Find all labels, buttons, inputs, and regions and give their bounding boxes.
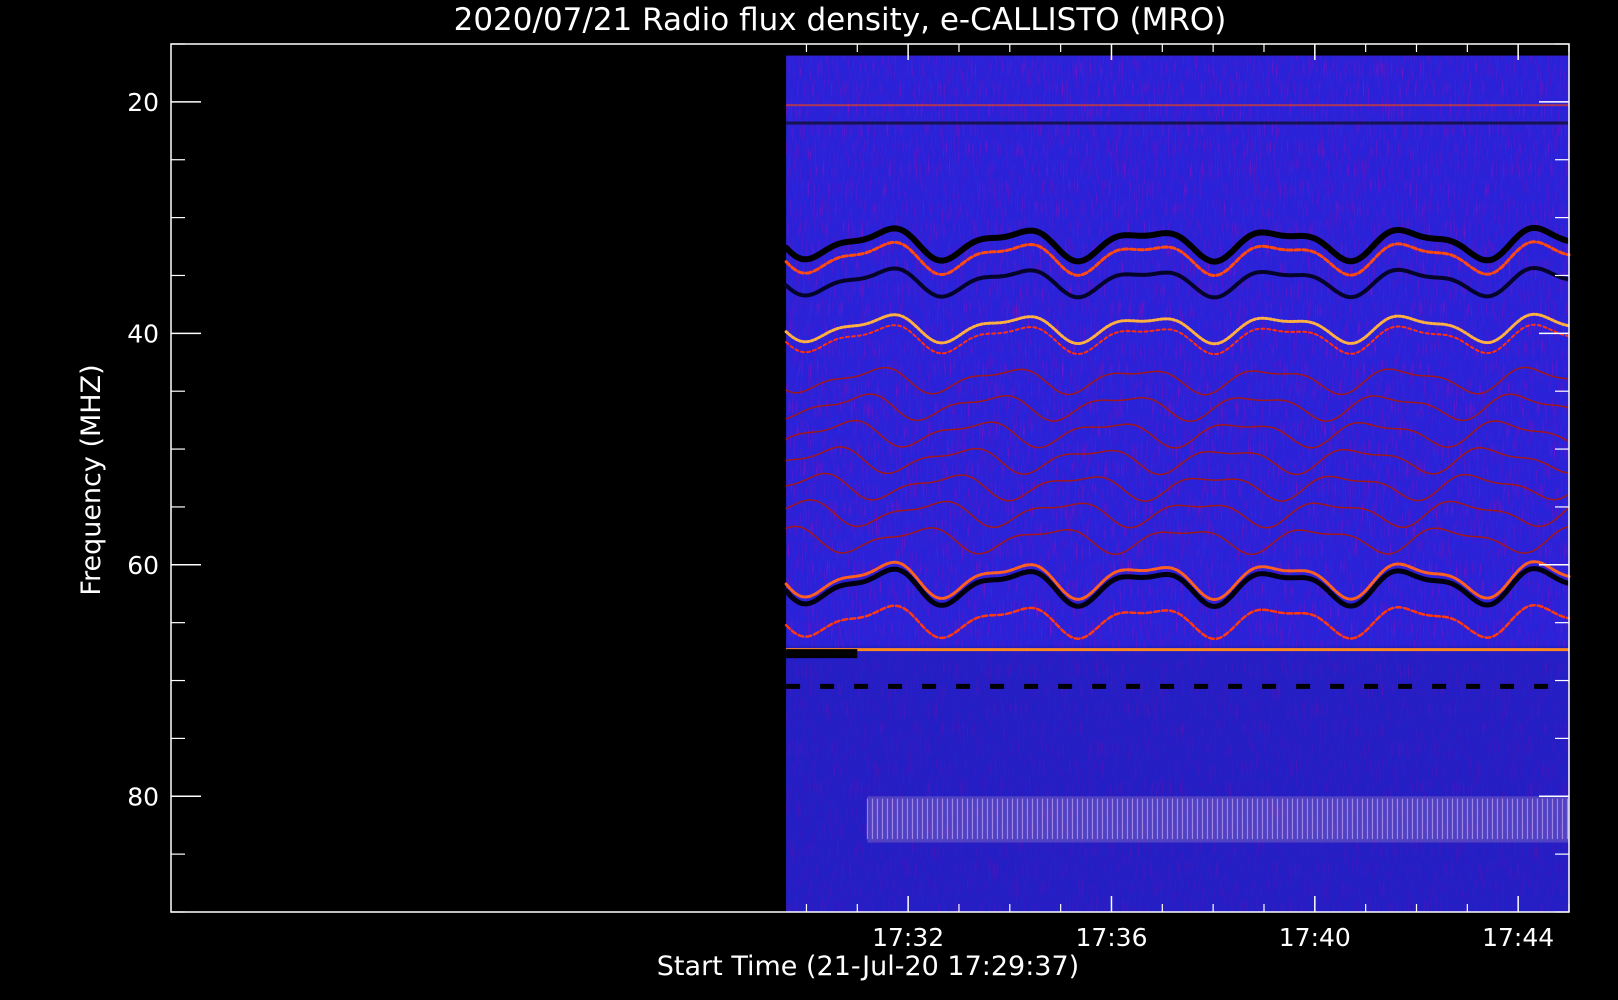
y-axis-label: Frequency (MHZ)	[76, 364, 107, 595]
heatmap-line	[786, 121, 1569, 125]
x-tick-label: 17:40	[1279, 923, 1351, 952]
heatmap-line	[786, 104, 1569, 107]
spectrogram-heatmap	[783, 55, 1572, 912]
x-tick-label: 17:32	[872, 923, 944, 952]
y-tick-label: 80	[127, 782, 159, 811]
x-tick-label: 17:36	[1075, 923, 1147, 952]
chart-title: 2020/07/21 Radio flux density, e-CALLIST…	[454, 2, 1227, 38]
y-tick-label: 60	[127, 551, 159, 580]
x-axis-label: Start Time (21-Jul-20 17:29:37)	[657, 951, 1079, 982]
y-tick-label: 20	[127, 88, 159, 117]
heatmap-dark-block	[786, 649, 858, 659]
spectrogram-chart: 2020/07/21 Radio flux density, e-CALLIST…	[76, 2, 1572, 982]
x-tick-label: 17:44	[1482, 923, 1554, 952]
heatmap-lower-shade	[786, 645, 1569, 912]
y-tick-label: 40	[127, 319, 159, 348]
heatmap-emission-line	[786, 648, 1569, 652]
